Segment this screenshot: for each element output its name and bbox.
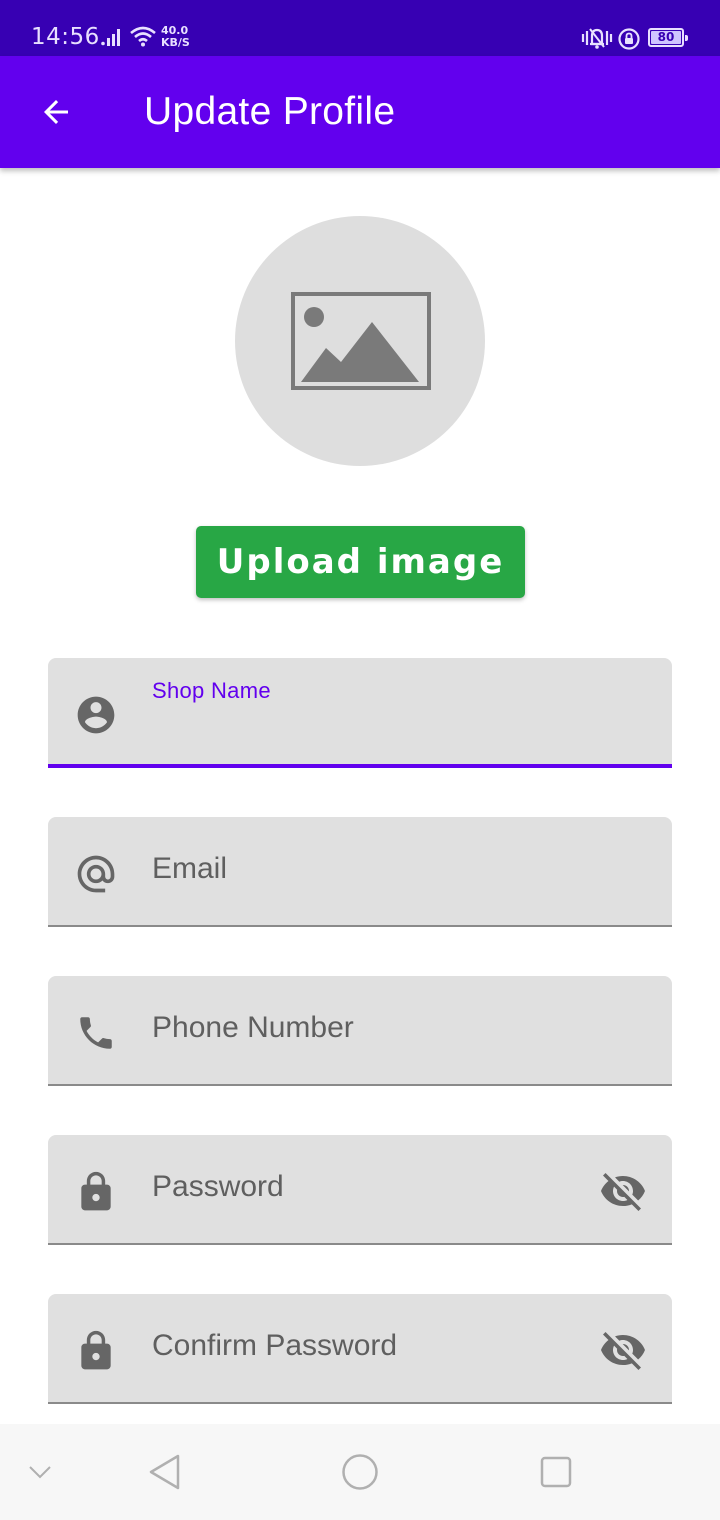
account-circle-icon bbox=[74, 693, 118, 737]
password-field[interactable]: Password bbox=[48, 1135, 672, 1245]
email-label: Email bbox=[152, 852, 228, 885]
profile-image[interactable] bbox=[235, 216, 485, 466]
chevron-down-icon[interactable] bbox=[20, 1452, 60, 1492]
signal-icon bbox=[101, 28, 123, 51]
system-nav-bar bbox=[0, 1424, 720, 1520]
network-speed: 40.0 KB/S bbox=[161, 25, 190, 49]
app-bar: Update Profile bbox=[0, 56, 720, 168]
confirm-password-label: Confirm Password bbox=[152, 1329, 398, 1362]
wifi-icon bbox=[129, 25, 157, 52]
shop-name-label: Shop Name bbox=[152, 678, 271, 703]
network-speed-unit: KB/S bbox=[161, 36, 190, 49]
home-circle-icon[interactable] bbox=[340, 1452, 380, 1492]
rotation-lock-icon bbox=[617, 27, 641, 56]
battery-level: 80 bbox=[657, 30, 675, 44]
back-triangle-icon[interactable] bbox=[144, 1452, 184, 1492]
lock-icon bbox=[74, 1329, 118, 1373]
lock-icon bbox=[74, 1170, 118, 1214]
image-placeholder-icon bbox=[291, 292, 431, 390]
phone-icon bbox=[74, 1011, 118, 1055]
email-field[interactable]: Email bbox=[48, 817, 672, 927]
phone-number-field[interactable]: Phone Number bbox=[48, 976, 672, 1086]
shop-name-field[interactable]: Shop Name bbox=[48, 658, 672, 768]
phone-number-label: Phone Number bbox=[152, 1011, 354, 1044]
visibility-off-icon[interactable] bbox=[598, 1168, 648, 1214]
confirm-password-field[interactable]: Confirm Password bbox=[48, 1294, 672, 1404]
visibility-off-icon[interactable] bbox=[598, 1327, 648, 1373]
arrow-back-icon bbox=[44, 100, 68, 124]
upload-image-button[interactable]: Upload image bbox=[196, 526, 525, 598]
battery-icon: 80 bbox=[648, 28, 688, 47]
back-button[interactable] bbox=[28, 84, 84, 140]
vibrate-icon bbox=[581, 26, 613, 55]
password-label: Password bbox=[152, 1170, 284, 1203]
recents-square-icon[interactable] bbox=[536, 1452, 576, 1492]
status-time: 14:56 bbox=[31, 24, 100, 50]
at-sign-icon bbox=[74, 852, 118, 896]
status-bar: 14:56 40.0 KB/S 80 bbox=[0, 0, 720, 56]
page-title: Update Profile bbox=[144, 90, 396, 133]
